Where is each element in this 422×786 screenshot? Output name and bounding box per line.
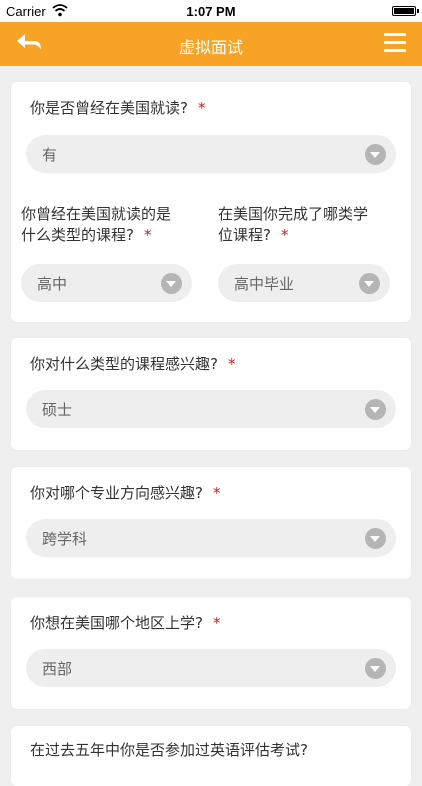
question-card-study-history: 你是否曾经在美国就读? * 有 你曾经在美国就读的是 什么类型的课程? * 高中 在…	[11, 82, 411, 322]
required-marker: *	[212, 484, 221, 502]
chevron-down-icon	[161, 273, 182, 294]
required-marker: *	[280, 226, 289, 244]
required-marker: *	[197, 99, 206, 117]
degree-completed-select[interactable]: 高中毕业	[218, 264, 390, 302]
question-label: 你对哪个专业方向感兴趣? *	[30, 484, 221, 502]
chevron-down-icon	[365, 528, 386, 549]
course-interest-select[interactable]: 硕士	[26, 390, 396, 428]
question-card-major: 你对哪个专业方向感兴趣? * 跨学科	[11, 467, 411, 579]
region-select[interactable]: 西部	[26, 649, 396, 687]
chevron-down-icon	[365, 399, 386, 420]
chevron-down-icon	[359, 273, 380, 294]
battery-icon	[392, 6, 419, 16]
chevron-down-icon	[365, 658, 386, 679]
major-select[interactable]: 跨学科	[26, 519, 396, 557]
required-marker: *	[143, 226, 152, 244]
hamburger-menu-icon[interactable]	[384, 33, 406, 55]
nav-bar: 虚拟面试	[0, 22, 422, 66]
question-label: 在过去五年中你是否参加过英语评估考试?	[30, 741, 308, 759]
course-type-select[interactable]: 高中	[21, 264, 192, 302]
page-title: 虚拟面试	[178, 38, 243, 57]
select-value: 硕士	[42, 401, 73, 419]
chevron-down-icon	[365, 144, 386, 165]
select-value: 高中毕业	[234, 275, 295, 293]
question-card-course-interest: 你对什么类型的课程感兴趣? * 硕士	[11, 338, 411, 450]
question-label: 在美国你完成了哪类学 位课程? *	[218, 205, 369, 244]
question-label: 你想在美国哪个地区上学? *	[30, 614, 221, 632]
question-label: 你曾经在美国就读的是 什么类型的课程? *	[21, 205, 172, 244]
studied-in-us-select[interactable]: 有	[26, 135, 396, 173]
question-card-region: 你想在美国哪个地区上学? * 西部	[11, 597, 411, 709]
status-bar: Carrier 1:07 PM	[0, 0, 422, 22]
select-value: 跨学科	[42, 530, 88, 548]
question-card-english-test: 在过去五年中你是否参加过英语评估考试?	[11, 726, 411, 786]
question-label: 你对什么类型的课程感兴趣? *	[30, 355, 236, 373]
select-value: 高中	[37, 275, 68, 293]
required-marker: *	[227, 355, 236, 373]
question-label: 你是否曾经在美国就读? *	[30, 99, 206, 117]
select-value: 西部	[42, 660, 73, 678]
clock: 1:07 PM	[186, 4, 236, 19]
required-marker: *	[212, 614, 221, 632]
select-value: 有	[42, 146, 58, 164]
